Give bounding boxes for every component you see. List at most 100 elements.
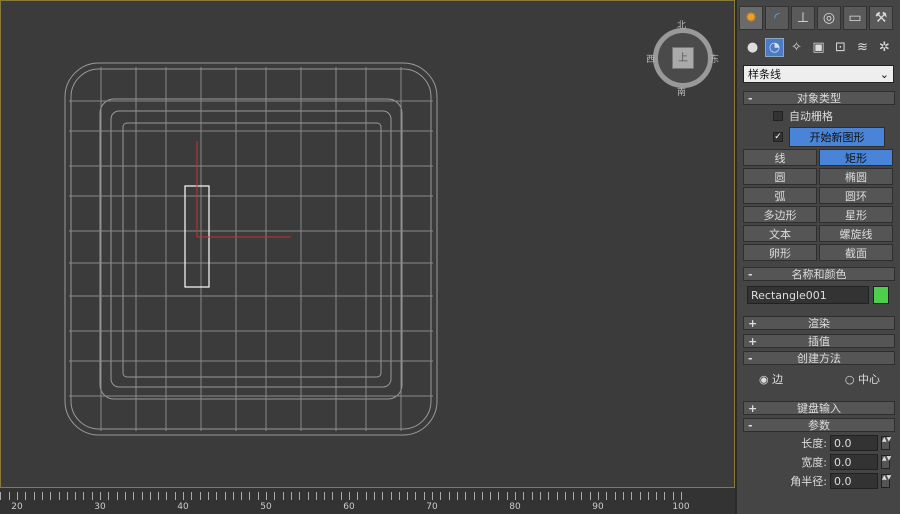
autogrid-label: 自动栅格	[789, 110, 833, 123]
width-spinner[interactable]: ▲▼	[881, 455, 891, 469]
ruler-tick	[257, 492, 259, 500]
rollout-title: 键盘输入	[797, 402, 841, 415]
utilities-icon[interactable]: ⚒	[869, 6, 893, 30]
corner-radius-spinner[interactable]: ▲▼	[881, 474, 891, 488]
ruler-tick	[365, 492, 367, 500]
create-icon[interactable]: ✹	[739, 6, 763, 30]
rollout-rendering[interactable]: + 渲染	[743, 316, 895, 330]
ruler-tick	[647, 492, 649, 500]
cameras-icon[interactable]: ▣	[809, 38, 828, 57]
length-label: 长度:	[801, 437, 827, 450]
motion-icon[interactable]: ◎	[817, 6, 841, 30]
chevron-down-icon: ⌄	[879, 67, 889, 81]
ruler-tick	[432, 492, 433, 500]
shapes-icon[interactable]: ◔	[765, 38, 784, 57]
command-panel: ✹ ◜ ⊥ ◎ ▭ ⚒ ● ◔ ✧ ▣ ⊡ ≋ ✲ 样条线 ⌄ - 对象类型 自动栅…	[737, 0, 900, 514]
shape-button[interactable]: 文本	[743, 225, 817, 242]
object-name-input[interactable]: Rectangle001	[747, 286, 869, 304]
display-icon[interactable]: ▭	[843, 6, 867, 30]
ruler-tick	[83, 492, 85, 500]
radio-center[interactable]: ○ 中心	[845, 371, 880, 387]
rollout-parameters[interactable]: - 参数	[743, 418, 895, 432]
helpers-icon[interactable]: ⊡	[831, 38, 850, 57]
ruler-tick	[58, 492, 60, 500]
ruler-tick	[266, 492, 267, 500]
shape-button[interactable]: 截面	[819, 244, 893, 261]
ruler-tick	[606, 492, 608, 500]
viewcube-top-face[interactable]: 上	[672, 47, 694, 69]
ruler-tick	[548, 492, 550, 500]
shape-button[interactable]: 螺旋线	[819, 225, 893, 242]
ruler-tick	[199, 492, 201, 500]
start-new-shape-checkbox[interactable]: ✓	[773, 132, 783, 142]
ruler-tick	[598, 492, 599, 500]
corner-radius-input[interactable]: 0.0	[830, 473, 878, 489]
ruler-tick	[398, 492, 400, 500]
ruler-tick	[349, 492, 350, 500]
modify-icon[interactable]: ◜	[765, 6, 789, 30]
ruler-label: 60	[343, 502, 355, 512]
ruler-tick	[473, 492, 475, 500]
category-dropdown[interactable]: 样条线 ⌄	[743, 65, 894, 83]
radio-edge[interactable]: ◉ 边	[759, 371, 783, 387]
systems-icon[interactable]: ✲	[875, 38, 894, 57]
compass-south: 南	[677, 88, 687, 98]
width-input[interactable]: 0.0	[830, 454, 878, 470]
ruler-tick	[407, 492, 409, 500]
ruler-tick	[631, 492, 633, 500]
rollout-interpolation[interactable]: + 插值	[743, 334, 895, 348]
rollout-title: 对象类型	[797, 92, 841, 105]
ruler-tick	[448, 492, 450, 500]
shape-button[interactable]: 多边形	[743, 206, 817, 223]
shape-button[interactable]: 星形	[819, 206, 893, 223]
ruler-tick	[681, 492, 682, 500]
ruler-tick	[158, 492, 160, 500]
rollout-keyboard-entry[interactable]: + 键盘输入	[743, 401, 895, 415]
start-new-shape-button[interactable]: 开始新图形	[789, 127, 885, 147]
shape-button[interactable]: 弧	[743, 187, 817, 204]
rollout-name-color[interactable]: - 名称和颜色	[743, 267, 895, 281]
length-input[interactable]: 0.0	[830, 435, 878, 451]
ruler-label: 20	[11, 502, 23, 512]
autogrid-checkbox[interactable]	[773, 111, 783, 121]
ruler-tick	[639, 492, 641, 500]
ruler-tick	[672, 492, 674, 500]
ruler-tick	[390, 492, 392, 500]
ruler-tick	[515, 492, 516, 500]
top-viewport[interactable]: 上 北 南 西 东	[0, 0, 735, 488]
lights-icon[interactable]: ✧	[787, 38, 806, 57]
shape-button[interactable]: 线	[743, 149, 817, 166]
ruler-tick	[481, 492, 483, 500]
corner-radius-label: 角半径:	[790, 475, 827, 488]
object-color-swatch[interactable]	[873, 286, 889, 304]
compass-west: 西	[646, 55, 656, 65]
viewcube[interactable]: 上 北 南 西 东	[646, 21, 719, 98]
length-spinner[interactable]: ▲▼	[881, 436, 891, 450]
radio-edge-label: 边	[772, 373, 784, 386]
spacewarps-icon[interactable]: ≋	[853, 38, 872, 57]
ruler-tick	[100, 492, 101, 500]
ruler-label: 80	[509, 502, 521, 512]
ruler-tick	[589, 492, 591, 500]
wireframe-object	[64, 62, 438, 436]
hierarchy-icon[interactable]: ⊥	[791, 6, 815, 30]
ruler-tick	[573, 492, 575, 500]
shape-button[interactable]: 圆环	[819, 187, 893, 204]
ruler-tick	[166, 492, 168, 500]
timeline-ruler[interactable]: 20 30 40 50 60 70 80 90 100	[0, 488, 735, 514]
ruler-tick	[340, 492, 342, 500]
shape-button[interactable]: 椭圆	[819, 168, 893, 185]
rollout-title: 创建方法	[797, 352, 841, 365]
rollout-object-type[interactable]: - 对象类型	[743, 91, 895, 105]
width-label: 宽度:	[801, 456, 827, 469]
ruler-tick	[664, 492, 666, 500]
geometry-icon[interactable]: ●	[743, 38, 762, 57]
ruler-tick	[149, 492, 151, 500]
ruler-tick	[315, 492, 317, 500]
ruler-label: 90	[592, 502, 604, 512]
rollout-creation-method[interactable]: - 创建方法	[743, 351, 895, 365]
shape-button[interactable]: 圆	[743, 168, 817, 185]
shape-button[interactable]: 卵形	[743, 244, 817, 261]
shape-button[interactable]: 矩形	[819, 149, 893, 166]
ruler-label: 70	[426, 502, 438, 512]
